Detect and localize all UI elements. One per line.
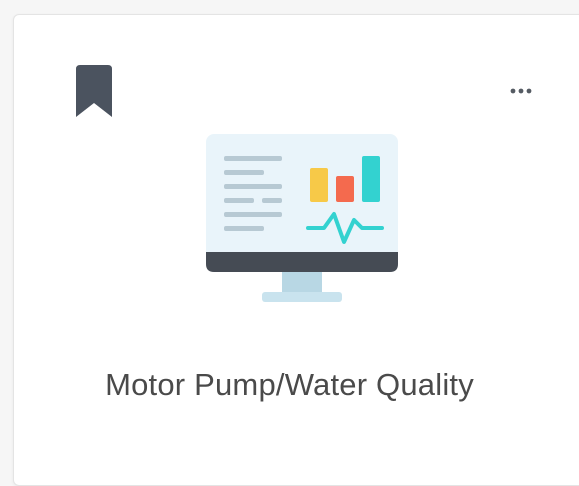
bar-yellow bbox=[310, 168, 328, 202]
more-options-icon[interactable] bbox=[503, 78, 539, 104]
dashboard-card[interactable]: Motor Pump/Water Quality bbox=[13, 14, 579, 486]
monitor-stand-base bbox=[262, 292, 342, 302]
bookmark-icon[interactable] bbox=[74, 65, 114, 117]
card-title: Motor Pump/Water Quality bbox=[105, 367, 474, 402]
bar-red bbox=[336, 176, 354, 202]
bar-teal bbox=[362, 156, 380, 202]
monitor-dashboard-icon bbox=[202, 130, 402, 320]
monitor-bezel bbox=[206, 252, 398, 272]
